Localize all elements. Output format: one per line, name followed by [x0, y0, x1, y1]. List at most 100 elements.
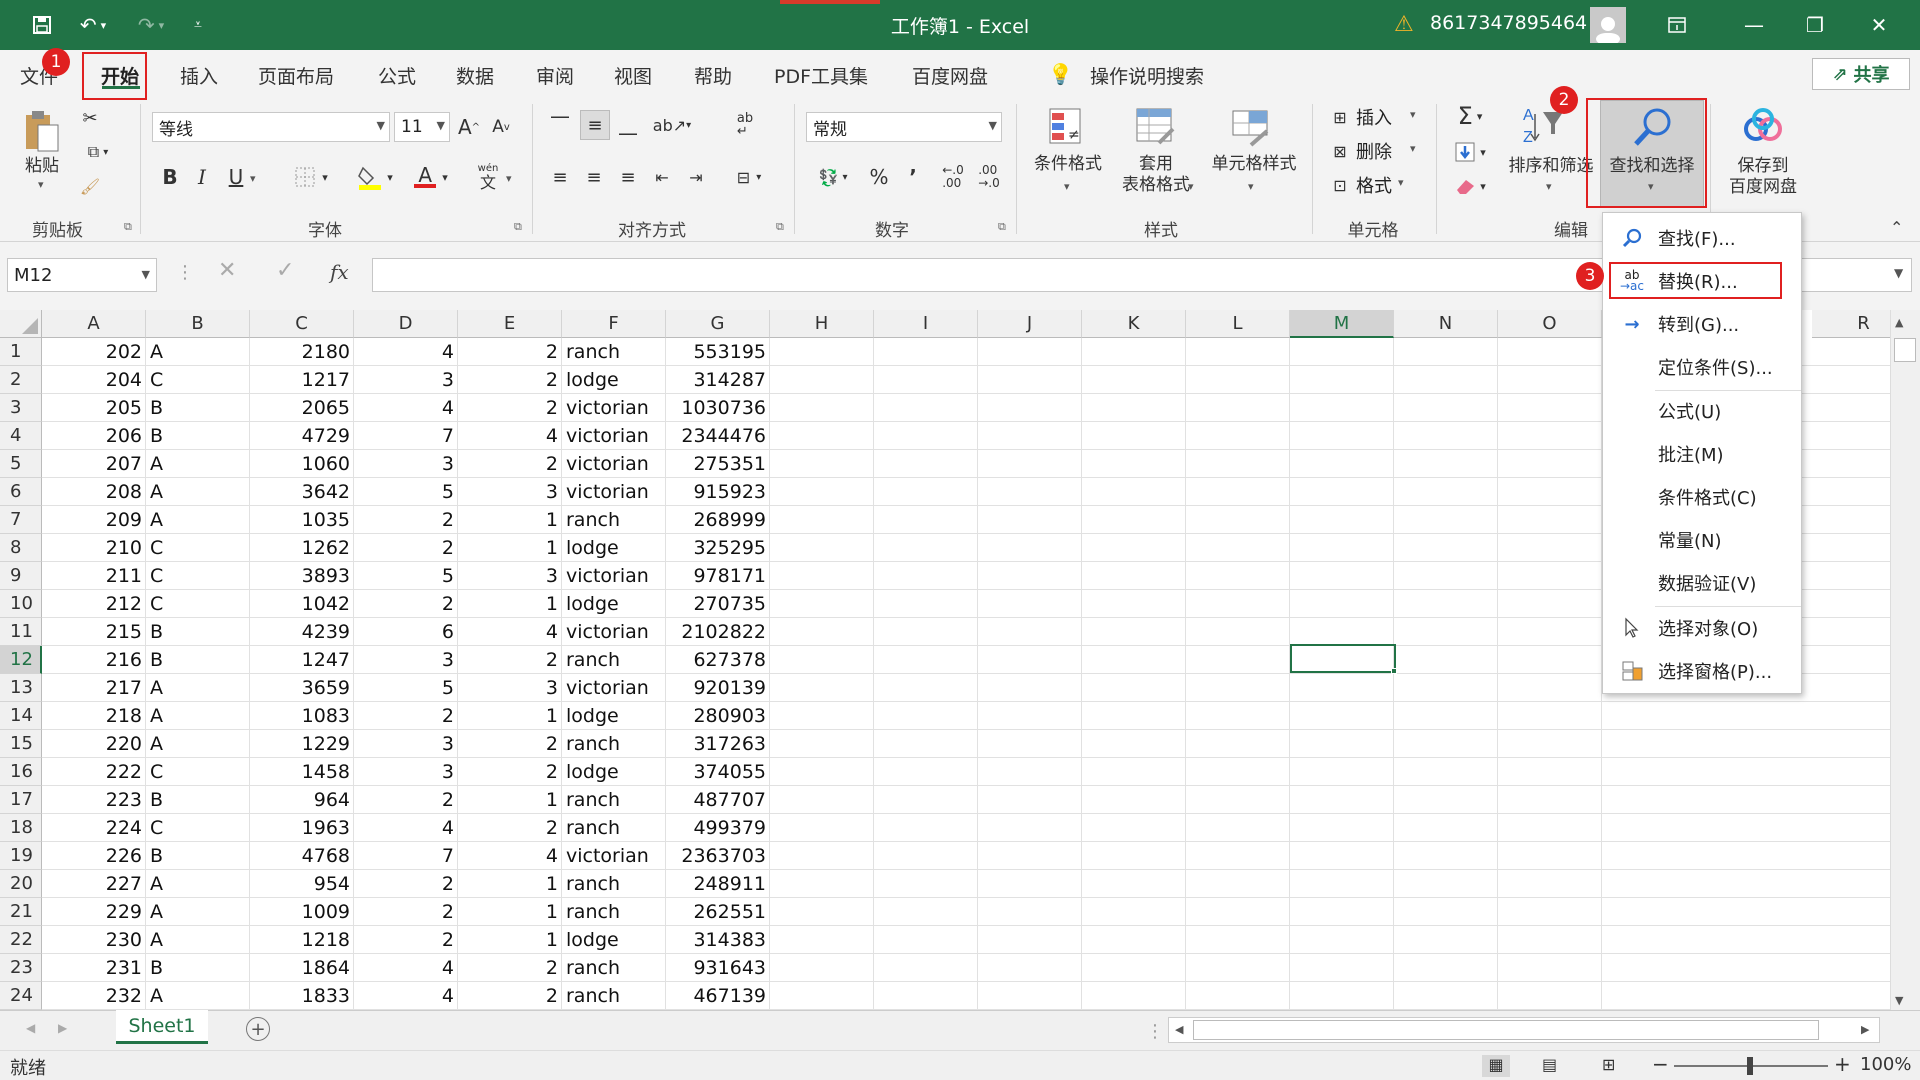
- cell-a11[interactable]: 215: [42, 618, 146, 646]
- cell-f18[interactable]: ranch: [562, 814, 666, 842]
- cell-c10[interactable]: 1042: [250, 590, 354, 618]
- cell-a16[interactable]: 222: [42, 758, 146, 786]
- cell-e22[interactable]: 1: [458, 926, 562, 954]
- cell-a7[interactable]: 209: [42, 506, 146, 534]
- cell-g22[interactable]: 314383: [666, 926, 770, 954]
- cell-g15[interactable]: 317263: [666, 730, 770, 758]
- column-header-e[interactable]: E: [458, 310, 562, 338]
- tab-baidu-netdisk[interactable]: 百度网盘: [912, 62, 988, 89]
- row-header-20[interactable]: 20: [0, 870, 42, 898]
- cell-d1[interactable]: 4: [354, 338, 458, 366]
- orientation-icon[interactable]: ab↗ ▾: [652, 110, 692, 140]
- cell-b24[interactable]: A: [146, 982, 250, 1010]
- column-header-h[interactable]: H: [770, 310, 874, 338]
- cell-c3[interactable]: 2065: [250, 394, 354, 422]
- tell-me-search[interactable]: 操作说明搜索: [1090, 62, 1204, 89]
- cell-d18[interactable]: 4: [354, 814, 458, 842]
- accounting-format-icon[interactable]: 💱 ▾: [808, 162, 858, 192]
- cell-c9[interactable]: 3893: [250, 562, 354, 590]
- tab-data[interactable]: 数据: [456, 62, 494, 89]
- cell-b5[interactable]: A: [146, 450, 250, 478]
- cell-a12[interactable]: 216: [42, 646, 146, 674]
- cell-e14[interactable]: 1: [458, 702, 562, 730]
- cell-a3[interactable]: 205: [42, 394, 146, 422]
- cell-c17[interactable]: 964: [250, 786, 354, 814]
- cell-b17[interactable]: B: [146, 786, 250, 814]
- cell-b21[interactable]: A: [146, 898, 250, 926]
- cell-g24[interactable]: 467139: [666, 982, 770, 1010]
- close-icon[interactable]: ✕: [1850, 0, 1908, 50]
- column-header-b[interactable]: B: [146, 310, 250, 338]
- vertical-scrollbar[interactable]: ▲ ▼: [1890, 310, 1920, 1010]
- cell-d24[interactable]: 4: [354, 982, 458, 1010]
- italic-button[interactable]: I: [190, 162, 214, 192]
- cell-c18[interactable]: 1963: [250, 814, 354, 842]
- cell-a20[interactable]: 227: [42, 870, 146, 898]
- cell-d3[interactable]: 4: [354, 394, 458, 422]
- column-header-g[interactable]: G: [666, 310, 770, 338]
- cell-c13[interactable]: 3659: [250, 674, 354, 702]
- clear-icon[interactable]: ▾: [1450, 172, 1490, 200]
- cell-g23[interactable]: 931643: [666, 954, 770, 982]
- cell-d2[interactable]: 3: [354, 366, 458, 394]
- name-box[interactable]: M12 ▼: [7, 258, 157, 292]
- cell-a23[interactable]: 231: [42, 954, 146, 982]
- menu-item-select-objects[interactable]: 选择对象(O): [1603, 608, 1801, 648]
- cell-e19[interactable]: 4: [458, 842, 562, 870]
- merge-center-icon[interactable]: ⊟ ▾: [726, 162, 772, 192]
- cell-b23[interactable]: B: [146, 954, 250, 982]
- cell-a17[interactable]: 223: [42, 786, 146, 814]
- menu-item-selection-pane[interactable]: 选择窗格(P)...: [1603, 651, 1801, 691]
- column-header-l[interactable]: L: [1186, 310, 1290, 338]
- cell-g9[interactable]: 978171: [666, 562, 770, 590]
- column-header-r[interactable]: R: [1812, 310, 1890, 338]
- number-format-combo[interactable]: 常规 ▼: [806, 112, 1002, 142]
- horizontal-scrollbar[interactable]: ◀ ▶: [1168, 1017, 1880, 1043]
- menu-item-find[interactable]: 查找(F)...: [1603, 218, 1801, 258]
- warning-icon[interactable]: ⚠: [1394, 12, 1414, 37]
- cell-d13[interactable]: 5: [354, 674, 458, 702]
- cell-g4[interactable]: 2344476: [666, 422, 770, 450]
- cell-g11[interactable]: 2102822: [666, 618, 770, 646]
- cell-a22[interactable]: 230: [42, 926, 146, 954]
- cell-e10[interactable]: 1: [458, 590, 562, 618]
- fill-icon[interactable]: ▾: [1450, 138, 1490, 166]
- vertical-scroll-thumb[interactable]: [1894, 338, 1916, 362]
- cut-icon[interactable]: ✂: [78, 106, 102, 130]
- cell-g16[interactable]: 374055: [666, 758, 770, 786]
- paste-dropdown-icon[interactable]: ▾: [38, 178, 44, 191]
- cell-a9[interactable]: 211: [42, 562, 146, 590]
- cell-d17[interactable]: 2: [354, 786, 458, 814]
- cell-b6[interactable]: A: [146, 478, 250, 506]
- row-header-7[interactable]: 7: [0, 506, 42, 534]
- zoom-slider-thumb[interactable]: [1747, 1057, 1753, 1075]
- cell-c16[interactable]: 1458: [250, 758, 354, 786]
- tab-help[interactable]: 帮助: [694, 62, 732, 89]
- row-header-11[interactable]: 11: [0, 618, 42, 646]
- cell-d23[interactable]: 4: [354, 954, 458, 982]
- account-name[interactable]: 8617347895464: [1430, 12, 1587, 34]
- row-header-10[interactable]: 10: [0, 590, 42, 618]
- cell-d8[interactable]: 2: [354, 534, 458, 562]
- row-header-12[interactable]: 12: [0, 646, 42, 674]
- sheet-tab-sheet1[interactable]: Sheet1: [116, 1010, 208, 1044]
- cell-c4[interactable]: 4729: [250, 422, 354, 450]
- cell-c5[interactable]: 1060: [250, 450, 354, 478]
- active-cell-m12[interactable]: [1290, 644, 1396, 673]
- cell-f11[interactable]: victorian: [562, 618, 666, 646]
- cell-f8[interactable]: lodge: [562, 534, 666, 562]
- normal-view-icon[interactable]: ▦: [1482, 1055, 1510, 1077]
- cell-d20[interactable]: 2: [354, 870, 458, 898]
- cell-b10[interactable]: C: [146, 590, 250, 618]
- cell-f21[interactable]: ranch: [562, 898, 666, 926]
- autosum-icon[interactable]: Σ ▾: [1450, 102, 1490, 130]
- menu-item-constants[interactable]: 常量(N): [1603, 520, 1801, 560]
- row-header-24[interactable]: 24: [0, 982, 42, 1010]
- cell-c12[interactable]: 1247: [250, 646, 354, 674]
- horizontal-scroll-thumb[interactable]: [1193, 1020, 1819, 1040]
- cell-e12[interactable]: 2: [458, 646, 562, 674]
- cell-g20[interactable]: 248911: [666, 870, 770, 898]
- cell-e16[interactable]: 2: [458, 758, 562, 786]
- font-size-combo[interactable]: 11 ▼: [394, 112, 450, 142]
- column-header-f[interactable]: F: [562, 310, 666, 338]
